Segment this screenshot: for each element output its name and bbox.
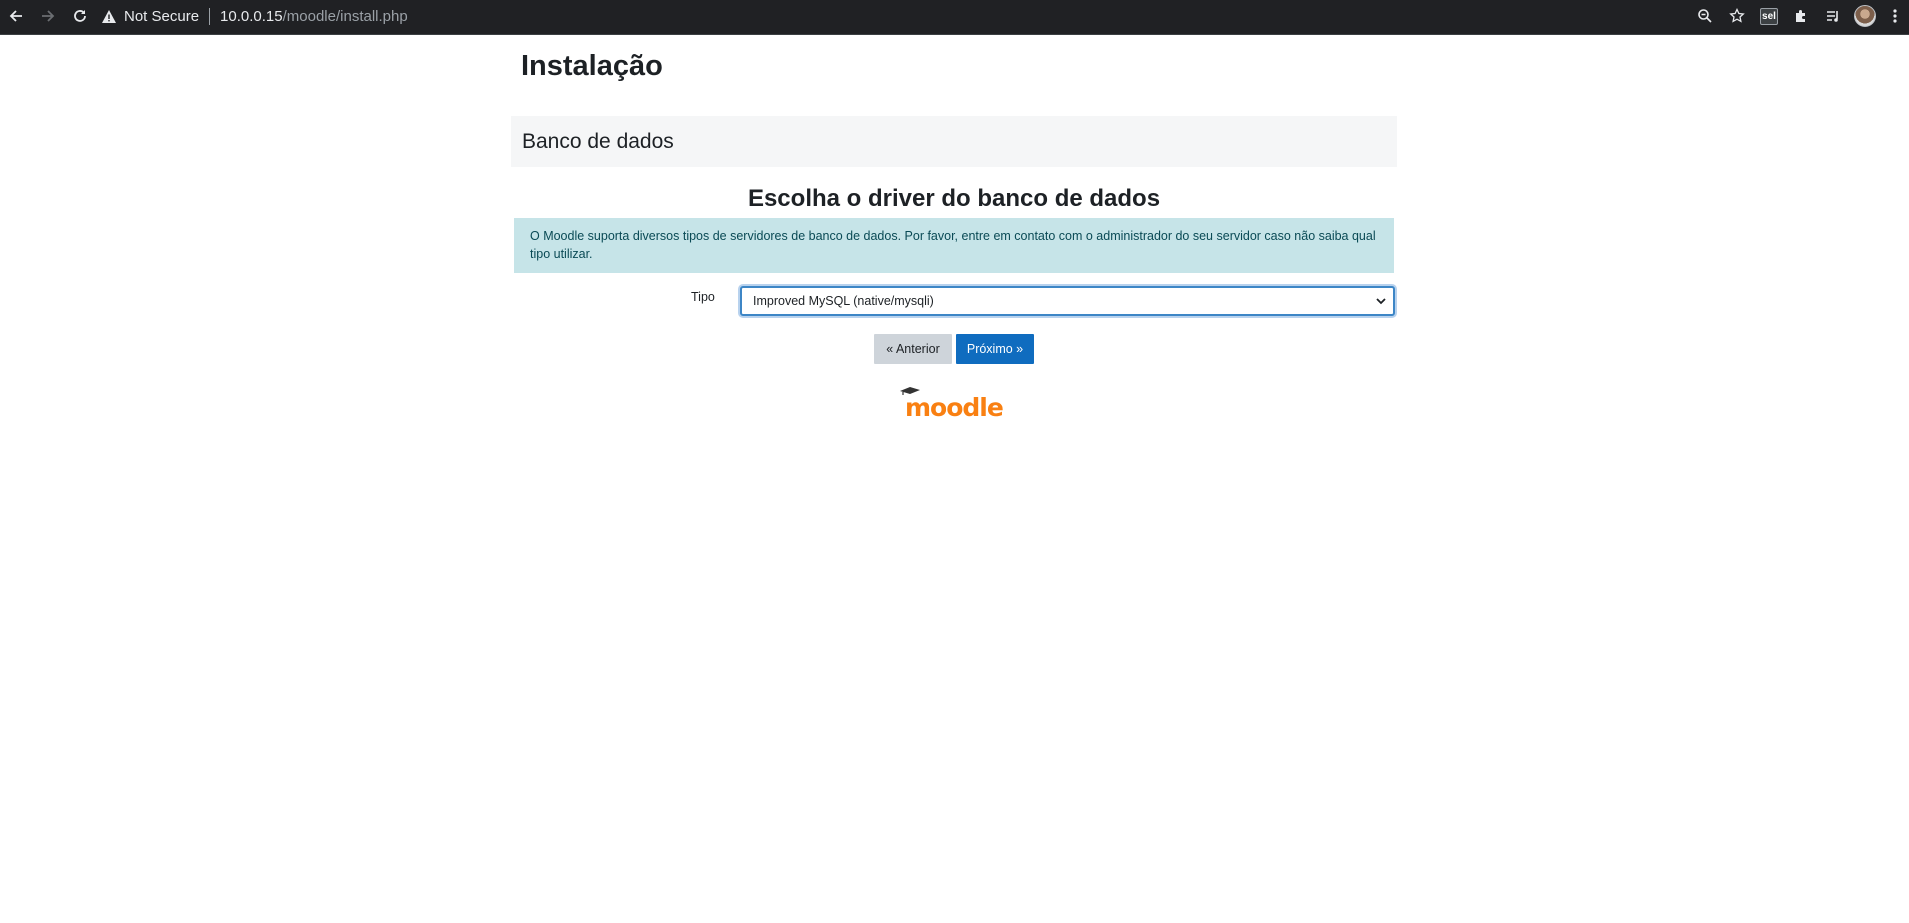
bookmark-star-icon[interactable]	[1721, 0, 1753, 32]
browser-actions: sel	[1689, 0, 1909, 32]
extension-sel-icon[interactable]: sel	[1753, 0, 1785, 32]
reload-icon[interactable]	[64, 0, 96, 32]
profile-avatar[interactable]	[1849, 0, 1881, 32]
back-icon[interactable]	[0, 0, 32, 32]
step-heading: Escolha o driver do banco de dados	[747, 185, 1161, 212]
section-title: Banco de dados	[522, 129, 674, 153]
more-menu-icon[interactable]	[1881, 0, 1909, 32]
security-label: Not Secure	[124, 8, 200, 25]
url-host: 10.0.0.15	[220, 8, 283, 25]
chevron-down-icon	[1369, 297, 1393, 305]
moodle-logo: moodle	[900, 387, 1004, 422]
previous-button[interactable]: « Anterior	[874, 334, 952, 364]
type-label: Tipo	[691, 290, 715, 304]
url-path: /moodle/install.php	[282, 8, 408, 25]
omnibox-divider	[209, 8, 211, 25]
next-button[interactable]: Próximo »	[956, 334, 1034, 364]
avatar	[1854, 5, 1876, 27]
warning-icon	[102, 10, 116, 23]
browser-toolbar: Not Secure 10.0.0.15/moodle/install.php …	[0, 0, 1909, 35]
selected-driver: Improved MySQL (native/mysqli)	[753, 294, 934, 308]
media-queue-icon[interactable]	[1817, 0, 1849, 32]
forward-icon[interactable]	[32, 0, 64, 32]
extensions-puzzle-icon[interactable]	[1785, 0, 1817, 32]
info-alert: O Moodle suporta diversos tipos de servi…	[514, 218, 1394, 273]
database-driver-select[interactable]: Improved MySQL (native/mysqli)	[740, 286, 1395, 316]
address-bar[interactable]: Not Secure 10.0.0.15/moodle/install.php	[102, 4, 1742, 29]
page-title: Instalação	[521, 50, 663, 82]
section-header: Banco de dados	[511, 116, 1397, 167]
graduation-cap-icon	[900, 387, 920, 395]
zoom-icon[interactable]	[1689, 0, 1721, 32]
